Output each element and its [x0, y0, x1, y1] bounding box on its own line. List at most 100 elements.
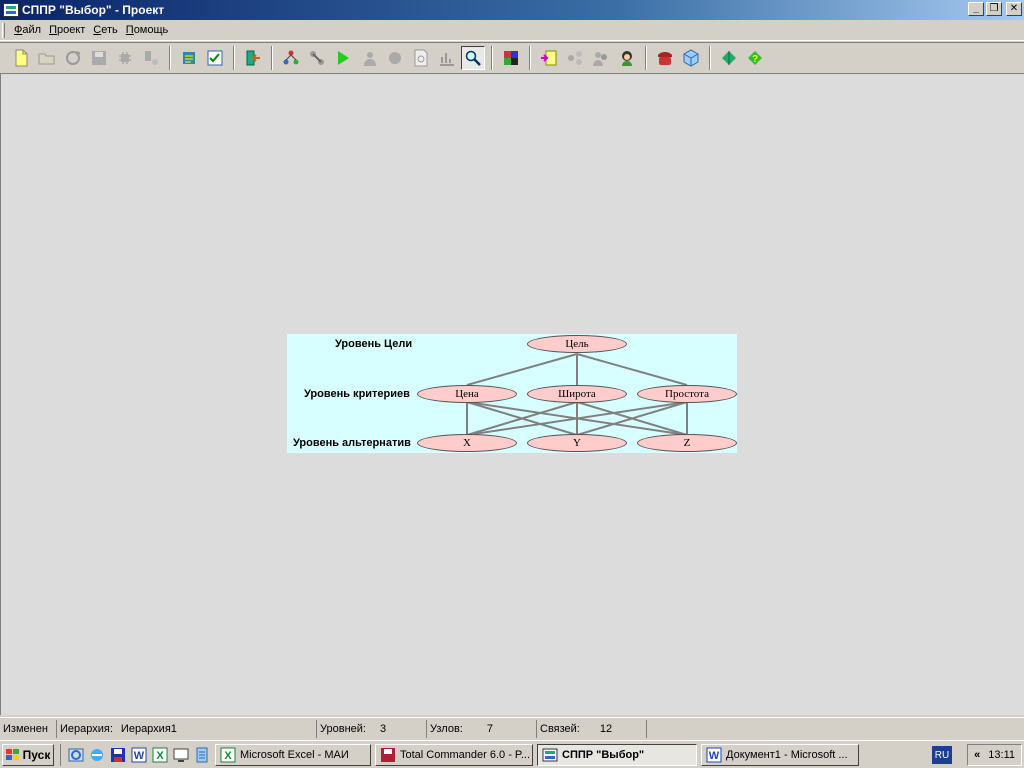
task-total-commander[interactable]: Total Commander 6.0 - P... — [375, 743, 533, 766]
checklist-icon[interactable] — [203, 46, 227, 70]
node-criterion-price[interactable]: Цена — [417, 385, 517, 403]
node-alternative-y[interactable]: Y — [527, 434, 627, 452]
task-total-commander-label: Total Commander 6.0 - P... — [400, 748, 531, 761]
task-word[interactable]: W Документ1 - Microsoft ... — [701, 743, 859, 766]
toolbar-separator — [491, 45, 493, 70]
network-export-icon[interactable] — [139, 46, 163, 70]
window-title: СППР "Выбор" - Проект — [22, 3, 165, 17]
menu-project[interactable]: Проект — [45, 24, 89, 36]
quicklaunch-excel-icon[interactable]: X — [151, 746, 169, 764]
quicklaunch-browser-icon[interactable] — [67, 746, 85, 764]
hierarchy-value: Иерархия1 — [120, 722, 177, 735]
toolbar-separator — [709, 45, 711, 70]
menu-help[interactable]: Помощь — [122, 24, 173, 36]
person-icon[interactable] — [357, 46, 381, 70]
title-bar: СППР "Выбор" - Проект _ ❐ ✕ — [0, 0, 1024, 20]
quick-launch: W X — [60, 743, 211, 766]
task-excel[interactable]: X Microsoft Excel - МАИ — [215, 743, 371, 766]
floppy-icon — [381, 747, 395, 762]
menu-network[interactable]: Сеть — [89, 24, 121, 36]
expert-icon[interactable] — [615, 46, 639, 70]
app-icon[interactable] — [3, 3, 19, 17]
quicklaunch-word-icon[interactable]: W — [130, 746, 148, 764]
hierarchy-label: Иерархия: — [60, 722, 113, 735]
phone-icon[interactable] — [653, 46, 677, 70]
palette-icon[interactable] — [499, 46, 523, 70]
chip-icon[interactable] — [113, 46, 137, 70]
svg-text:?: ? — [752, 54, 758, 65]
chart-icon[interactable] — [435, 46, 459, 70]
menu-bar: Файл Проект Сеть Помощь — [0, 20, 1024, 41]
exit-door-icon[interactable] — [241, 46, 265, 70]
levels-label: Уровней: — [320, 722, 366, 735]
start-button[interactable]: Пуск — [2, 743, 54, 766]
quicklaunch-save-icon[interactable] — [109, 746, 127, 764]
status-bar: Изменен Иерархия: Иерархия1 Уровней: 3 У… — [0, 717, 1024, 739]
svg-text:X: X — [156, 750, 164, 762]
distribute-icon[interactable] — [563, 46, 587, 70]
level-label-alternatives: Уровень альтернатив — [293, 437, 411, 449]
quicklaunch-ie-icon[interactable] — [88, 746, 106, 764]
language-indicator[interactable]: RU — [932, 746, 952, 764]
recycle-icon[interactable] — [61, 46, 85, 70]
package-icon[interactable] — [679, 46, 703, 70]
toolbar-separator — [645, 45, 647, 70]
open-folder-icon[interactable] — [35, 46, 59, 70]
level-label-criteria: Уровень критериев — [304, 388, 410, 400]
network-tools-icon[interactable] — [305, 46, 329, 70]
run-play-icon[interactable] — [331, 46, 355, 70]
zoom-icon[interactable] — [461, 45, 485, 70]
node-goal[interactable]: Цель — [527, 335, 627, 353]
word-icon: W — [706, 747, 722, 762]
status-links: Связей: 12 — [537, 719, 647, 738]
task-excel-label: Microsoft Excel - МАИ — [240, 748, 349, 761]
edge-goal-price — [466, 353, 578, 386]
save-icon[interactable] — [87, 46, 111, 70]
node-alternative-z[interactable]: Z — [637, 434, 737, 452]
sphere-icon[interactable] — [383, 46, 407, 70]
print-preview-icon[interactable] — [409, 46, 433, 70]
status-state-text: Изменен — [3, 722, 48, 735]
hierarchy-diagram[interactable]: Уровень Цели Уровень критериев Уровень а… — [287, 334, 737, 453]
menu-file[interactable]: Файл — [10, 24, 45, 36]
nodes-label: Узлов: — [430, 722, 463, 735]
restore-button[interactable]: ❐ — [986, 2, 1002, 16]
toolbar: ? — [0, 42, 1024, 72]
tray-expand-icon[interactable]: « — [974, 749, 980, 761]
links-value: 12 — [599, 722, 613, 735]
start-label: Пуск — [22, 747, 51, 762]
system-tray: « 13:11 — [967, 744, 1022, 766]
clock[interactable]: 13:11 — [988, 749, 1015, 761]
properties-icon[interactable] — [177, 46, 201, 70]
quicklaunch-notepad-icon[interactable] — [193, 746, 211, 764]
hierarchy-icon[interactable] — [279, 46, 303, 70]
windows-logo-icon — [5, 748, 20, 761]
help-book-icon[interactable] — [717, 46, 741, 70]
menu-grip[interactable] — [2, 23, 5, 38]
status-hierarchy: Иерархия: Иерархия1 — [57, 719, 317, 738]
level-label-goal: Уровень Цели — [335, 338, 413, 350]
task-sppr[interactable]: СППР "Выбор" — [537, 743, 697, 766]
taskbar: Пуск W X X Microsoft Excel - МАИ Total C… — [0, 740, 1024, 768]
toolbar-separator — [169, 45, 171, 70]
svg-text:W: W — [134, 750, 145, 762]
people-icon[interactable] — [589, 46, 613, 70]
status-state: Изменен — [0, 719, 57, 738]
import-list-icon[interactable] — [537, 46, 561, 70]
minimize-button[interactable]: _ — [968, 2, 984, 16]
help-question-icon[interactable]: ? — [743, 46, 767, 70]
status-levels: Уровней: 3 — [317, 719, 427, 738]
close-button[interactable]: ✕ — [1006, 2, 1022, 16]
levels-value: 3 — [379, 722, 387, 735]
quicklaunch-desktop-icon[interactable] — [172, 746, 190, 764]
toolbar-separator — [271, 45, 273, 70]
node-criterion-simplicity[interactable]: Простота — [637, 385, 737, 403]
edge-goal-simplicity — [576, 353, 688, 386]
toolbar-separator — [529, 45, 531, 70]
node-criterion-breadth[interactable]: Широта — [527, 385, 627, 403]
nodes-value: 7 — [486, 722, 493, 735]
new-file-icon[interactable] — [9, 46, 33, 70]
svg-text:X: X — [224, 750, 232, 762]
node-alternative-x[interactable]: X — [417, 434, 517, 452]
task-sppr-label: СППР "Выбор" — [562, 748, 645, 761]
